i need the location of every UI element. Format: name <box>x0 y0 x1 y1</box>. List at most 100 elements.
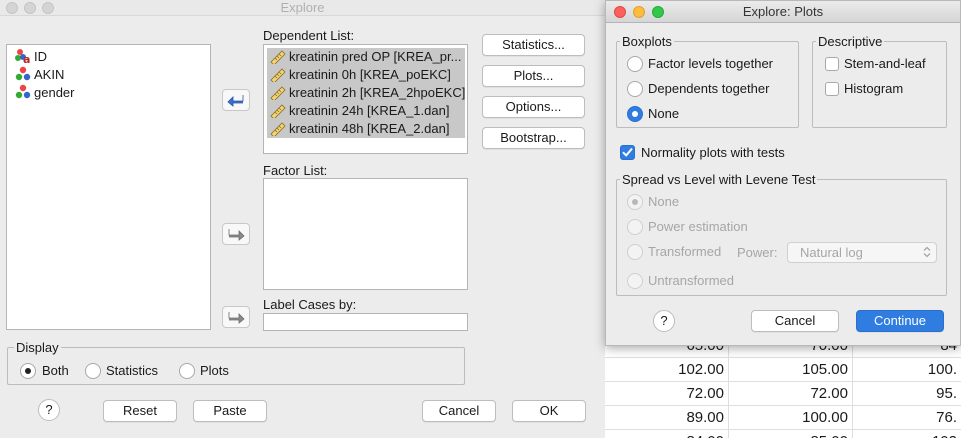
spread-untransformed-radio[interactable] <box>627 273 643 289</box>
display-both-label: Both <box>42 363 69 378</box>
power-select[interactable]: Natural log <box>787 242 937 263</box>
factor-list-label: Factor List: <box>263 163 328 178</box>
boxplot-none-radio[interactable] <box>627 106 643 122</box>
display-group-title: Display <box>14 340 61 355</box>
spread-transformed-label: Transformed <box>648 244 722 259</box>
nominal-icon <box>15 66 31 81</box>
arrow-right-icon <box>228 229 245 241</box>
spread-untransformed-label: Untransformed <box>648 273 734 288</box>
scale-ruler-icon <box>270 68 286 82</box>
spread-level-group-title: Spread vs Level with Levene Test <box>620 172 818 187</box>
label-cases-field[interactable] <box>263 313 468 331</box>
arrow-left-icon <box>227 95 244 107</box>
power-select-value: Natural log <box>800 245 863 260</box>
data-cell[interactable]: 100. <box>853 358 961 382</box>
dialog-help-button[interactable]: ? <box>653 310 675 332</box>
dependent-list[interactable]: kreatinin pred OP [KREA_pr... kreatinin … <box>263 44 468 154</box>
arrow-right-icon <box>228 312 245 324</box>
normality-plots-checkbox[interactable] <box>620 145 635 160</box>
dependent-item[interactable]: kreatinin 0h [KREA_poEKC] <box>267 66 465 84</box>
dependent-item[interactable]: kreatinin 2h [KREA_2hpoEKC] <box>267 84 465 102</box>
variable-item-akin[interactable]: AKIN <box>15 66 64 84</box>
variable-item-id[interactable]: a ID <box>15 48 47 66</box>
window-title: Explore <box>280 0 325 15</box>
chevron-up-down-icon <box>923 246 931 258</box>
data-cell[interactable]: 102.00 <box>605 358 729 382</box>
explore-titlebar: Explore <box>0 0 605 16</box>
dialog-cancel-button[interactable]: Cancel <box>751 310 839 332</box>
display-plots-radio[interactable] <box>179 363 195 379</box>
paste-button[interactable]: Paste <box>193 400 267 422</box>
check-icon <box>622 148 633 157</box>
stem-and-leaf-checkbox[interactable] <box>825 57 839 71</box>
data-cell[interactable]: 72.00 <box>605 382 729 406</box>
spread-power-estimation-radio[interactable] <box>627 219 643 235</box>
normality-plots-label: Normality plots with tests <box>641 145 785 160</box>
dependent-list-label: Dependent List: <box>263 28 355 43</box>
variable-label: gender <box>34 85 75 100</box>
data-cell[interactable]: 100.00 <box>729 406 853 430</box>
boxplot-dependents-label: Dependents together <box>648 81 770 96</box>
data-cell[interactable]: 72.00 <box>729 382 853 406</box>
boxplot-factor-levels-radio[interactable] <box>627 56 643 72</box>
data-cell[interactable]: 105.00 <box>729 358 853 382</box>
spread-none-label: None <box>648 194 680 209</box>
cancel-button[interactable]: Cancel <box>422 400 496 422</box>
data-cell[interactable]: 102 <box>853 430 961 438</box>
data-cell[interactable]: 76. <box>853 406 961 430</box>
descriptive-group-title: Descriptive <box>816 34 885 49</box>
help-button[interactable]: ? <box>38 399 60 421</box>
scale-ruler-icon <box>270 86 286 100</box>
histogram-label: Histogram <box>844 81 904 96</box>
dialog-title: Explore: Plots <box>742 4 824 19</box>
move-to-label-button[interactable] <box>222 306 250 328</box>
ok-button[interactable]: OK <box>512 400 586 422</box>
stem-and-leaf-label: Stem-and-leaf <box>844 56 926 71</box>
string-nominal-icon: a <box>15 49 30 64</box>
spread-power-estimation-label: Power estimation <box>648 219 748 234</box>
dependent-item[interactable]: kreatinin 24h [KREA_1.dan] <box>267 102 465 120</box>
boxplots-group-title: Boxplots <box>620 34 674 49</box>
scale-ruler-icon <box>270 50 286 64</box>
move-to-factor-button[interactable] <box>222 223 250 245</box>
spread-none-radio[interactable] <box>627 194 643 210</box>
statistics-button[interactable]: Statistics... <box>482 34 585 56</box>
display-statistics-radio[interactable] <box>85 363 101 379</box>
plots-dialog: Explore: Plots Boxplots Factor levels to… <box>605 0 961 346</box>
data-cell[interactable]: 95. <box>853 382 961 406</box>
display-statistics-label: Statistics <box>106 363 159 378</box>
variable-source-list[interactable]: a ID AKIN gender <box>6 44 211 330</box>
boxplot-none-label: None <box>648 106 680 121</box>
label-cases-label: Label Cases by: <box>263 297 357 312</box>
display-group <box>7 347 465 385</box>
histogram-checkbox[interactable] <box>825 82 839 96</box>
explore-window: Explore a ID AKIN gender Dependent List:… <box>0 0 605 438</box>
move-to-dependent-button[interactable] <box>222 89 250 111</box>
boxplot-factor-levels-label: Factor levels together <box>648 56 774 71</box>
power-label: Power: <box>737 245 778 260</box>
dependent-item[interactable]: kreatinin 48h [KREA_2.dan] <box>267 120 465 138</box>
data-cell[interactable]: 89.00 <box>605 406 729 430</box>
data-cell[interactable]: 85.00 <box>729 430 853 438</box>
factor-list[interactable] <box>263 178 468 290</box>
variable-item-gender[interactable]: gender <box>15 84 74 102</box>
data-sheet: 65.00 70.00 84 102.00 105.00 100. 72.00 … <box>605 334 961 438</box>
options-button[interactable]: Options... <box>482 96 585 118</box>
display-both-radio[interactable] <box>20 363 36 379</box>
display-plots-label: Plots <box>200 363 229 378</box>
plots-titlebar: Explore: Plots <box>606 1 960 23</box>
reset-button[interactable]: Reset <box>103 400 177 422</box>
nominal-icon <box>15 84 31 99</box>
data-cell[interactable]: 84.00 <box>605 430 729 438</box>
dependent-item[interactable]: kreatinin pred OP [KREA_pr... <box>267 48 465 66</box>
plots-button[interactable]: Plots... <box>482 65 585 87</box>
boxplot-dependents-radio[interactable] <box>627 81 643 97</box>
scale-ruler-icon <box>270 122 286 136</box>
variable-label: AKIN <box>34 67 65 82</box>
scale-ruler-icon <box>270 104 286 118</box>
svg-text:a: a <box>23 53 30 64</box>
bootstrap-button[interactable]: Bootstrap... <box>482 127 585 149</box>
variable-label: ID <box>34 49 47 64</box>
spread-transformed-radio[interactable] <box>627 244 643 260</box>
continue-button[interactable]: Continue <box>856 310 944 332</box>
